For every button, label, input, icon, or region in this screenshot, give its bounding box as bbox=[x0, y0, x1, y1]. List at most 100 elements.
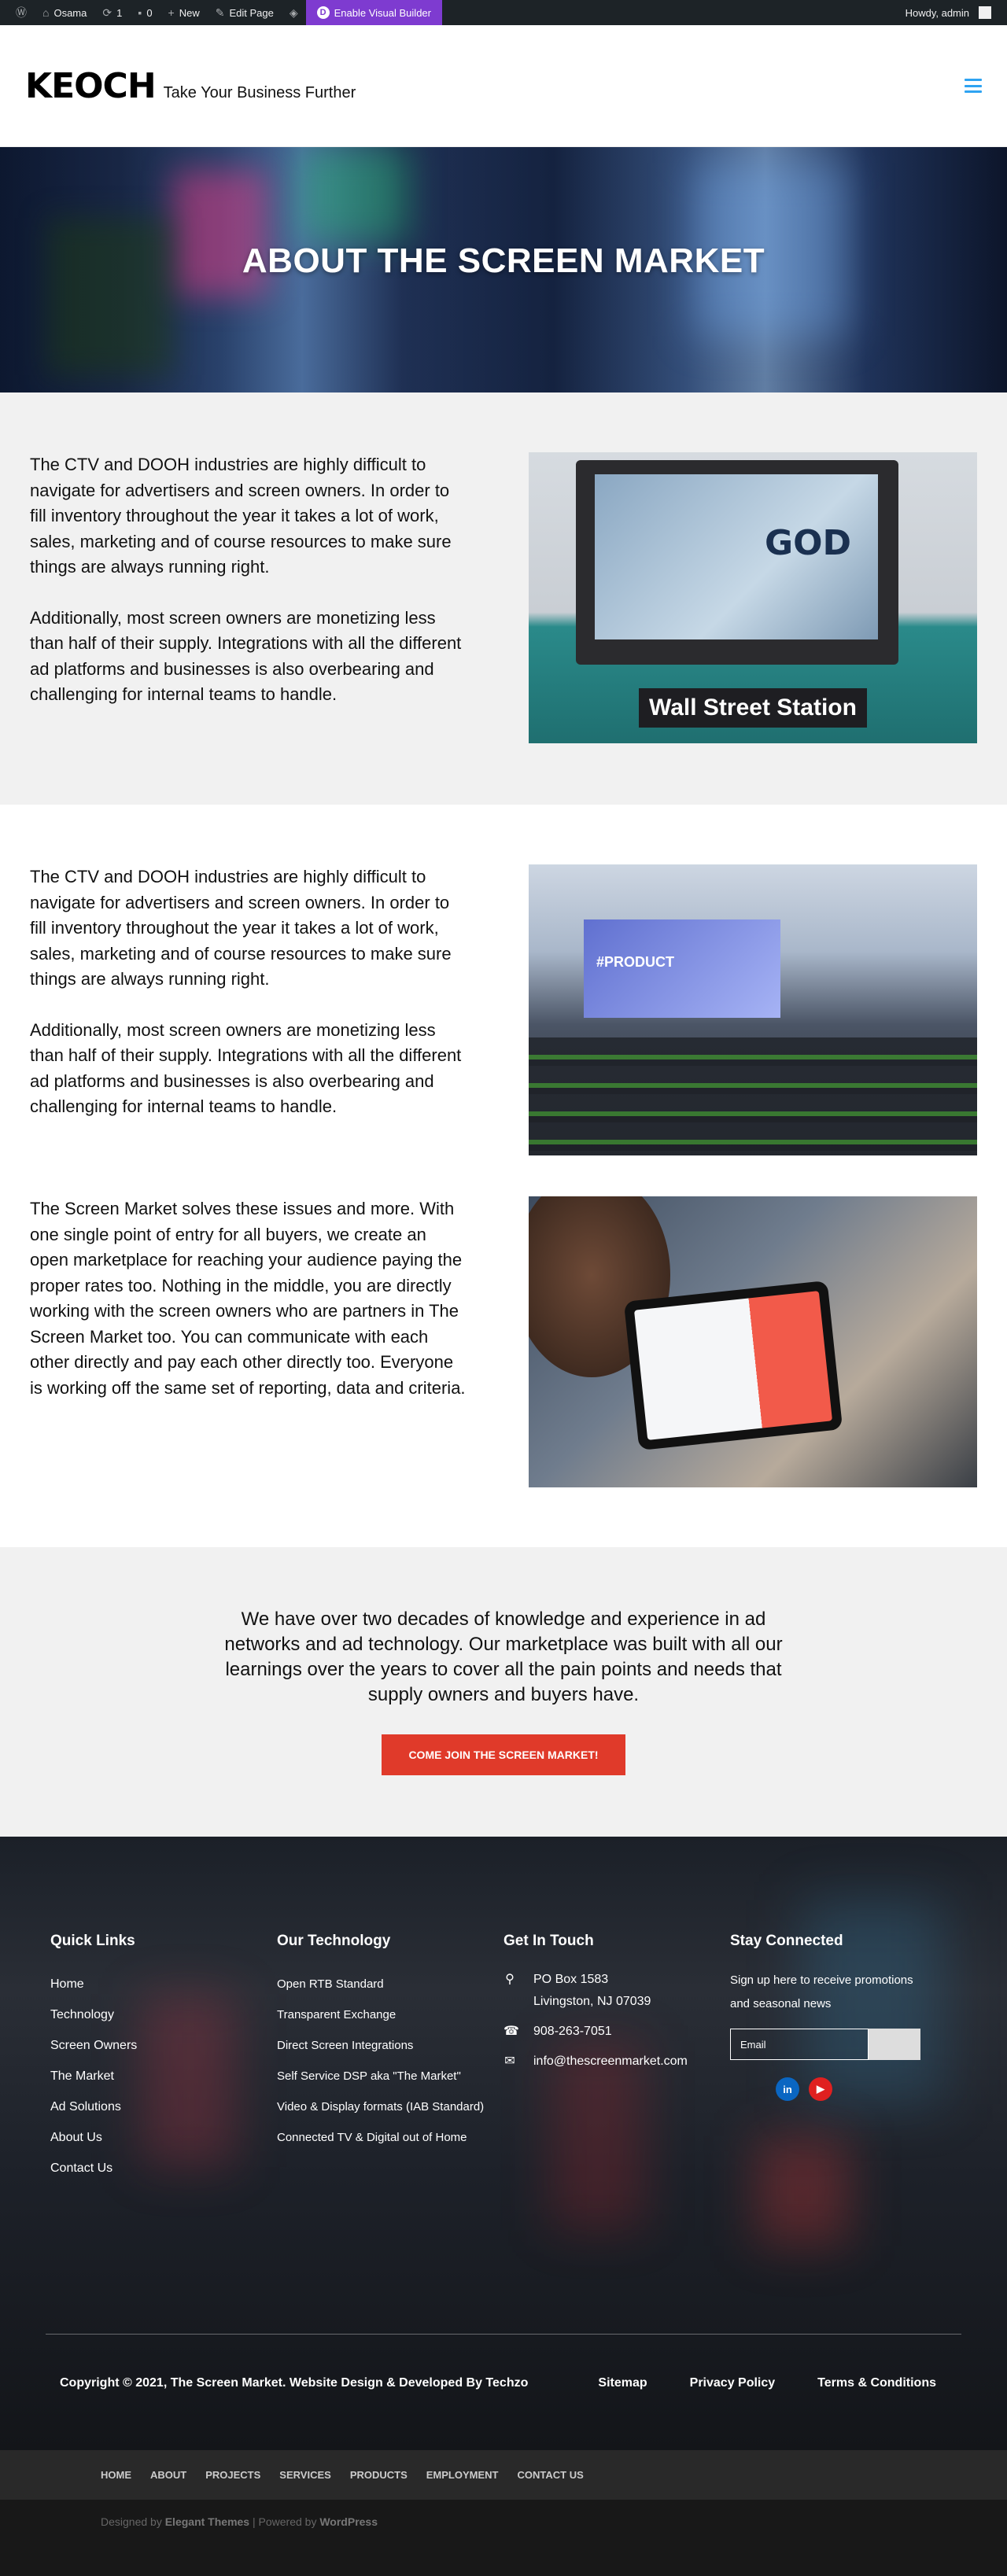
wordpress-link[interactable]: WordPress bbox=[319, 2515, 378, 2528]
footer-link-home[interactable]: Home bbox=[50, 1969, 277, 1999]
details-text-2: The Screen Market solves these issues an… bbox=[30, 1196, 467, 1401]
footer-link-contact-us[interactable]: Contact Us bbox=[50, 2153, 277, 2184]
footer-columns: Quick Links Home Technology Screen Owner… bbox=[0, 1837, 1007, 2184]
credits-sep: | Powered by bbox=[249, 2515, 320, 2528]
details-paragraph-2: Additionally, most screen owners are mon… bbox=[30, 1019, 462, 1117]
page-title: ABOUT THE SCREEN MARKET bbox=[242, 241, 765, 280]
social-links: in ▶ bbox=[776, 2077, 957, 2101]
tech-item[interactable]: Connected TV & Digital out of Home bbox=[277, 2122, 504, 2153]
tech-item[interactable]: Direct Screen Integrations bbox=[277, 2030, 504, 2061]
newsletter-email-input[interactable]: Email bbox=[730, 2029, 869, 2060]
quick-links-title: Quick Links bbox=[50, 1933, 135, 1949]
pencil-icon: ✎ bbox=[215, 6, 225, 19]
footer-link-ad-solutions[interactable]: Ad Solutions bbox=[50, 2091, 277, 2122]
updates-link[interactable]: ⟳ 1 bbox=[94, 0, 130, 25]
stay-connected-column: Stay Connected Sign up here to receive p… bbox=[730, 1933, 957, 2184]
map-pin-icon: ⚲ bbox=[505, 1973, 515, 1986]
email-address[interactable]: info@thescreenmarket.com bbox=[533, 2051, 688, 2073]
email-row[interactable]: ✉ info@thescreenmarket.com bbox=[504, 2051, 730, 2073]
refresh-icon: ⟳ bbox=[102, 6, 113, 19]
contact-column: Get In Touch ⚲ PO Box 1583 Livingston, N… bbox=[504, 1933, 730, 2184]
newsletter-text: Sign up here to receive promotions and s… bbox=[730, 1973, 913, 2010]
bottom-nav-services[interactable]: SERVICES bbox=[279, 2469, 331, 2481]
bottom-nav: HOME ABOUT PROJECTS SERVICES PRODUCTS EM… bbox=[0, 2450, 1007, 2500]
tech-item[interactable]: Transparent Exchange bbox=[277, 1999, 504, 2030]
join-market-button[interactable]: COME JOIN THE SCREEN MARKET! bbox=[382, 1734, 625, 1775]
plus-icon: + bbox=[168, 6, 175, 19]
logo[interactable]: KEOCH bbox=[25, 66, 157, 106]
bottom-nav-projects[interactable]: PROJECTS bbox=[205, 2469, 260, 2481]
comment-icon: ▪ bbox=[138, 6, 142, 19]
phone-row[interactable]: ☎ 908-263-7051 bbox=[504, 2021, 730, 2043]
address-line-1: PO Box 1583 bbox=[533, 1973, 609, 1986]
details-pair-1: The CTV and DOOH industries are highly d… bbox=[30, 805, 977, 1155]
site-name-link[interactable]: ⌂ Osama bbox=[35, 0, 94, 25]
phone-number[interactable]: 908-263-7051 bbox=[533, 2021, 612, 2043]
divi-link[interactable]: ◈ bbox=[282, 0, 306, 25]
terms-link[interactable]: Terms & Conditions bbox=[817, 2376, 936, 2390]
edit-page-label: Edit Page bbox=[229, 6, 274, 19]
site-name: Osama bbox=[53, 6, 87, 19]
envelope-icon: ✉ bbox=[504, 2055, 515, 2068]
cta-text: We have over two decades of knowledge an… bbox=[224, 1609, 783, 1705]
phone-icon: ☎ bbox=[504, 2025, 519, 2038]
admin-bar-left: Ⓦ ⌂ Osama ⟳ 1 ▪ 0 + New ✎ Edit Page ◈ D Enable… bbox=[8, 0, 442, 25]
tech-item[interactable]: Open RTB Standard bbox=[277, 1969, 504, 1999]
comments-link[interactable]: ▪ 0 bbox=[130, 0, 160, 25]
updates-count: 1 bbox=[116, 6, 123, 19]
bottom-nav-employment[interactable]: EMPLOYMENT bbox=[426, 2469, 499, 2481]
credits-prefix: Designed by bbox=[101, 2515, 165, 2528]
account-menu[interactable]: Howdy, admin bbox=[898, 0, 999, 25]
footer-link-screen-owners[interactable]: Screen Owners bbox=[50, 2030, 277, 2061]
wordpress-menu[interactable]: Ⓦ bbox=[8, 0, 35, 25]
greeting: Howdy, admin bbox=[905, 6, 969, 19]
comments-count: 0 bbox=[146, 6, 153, 19]
copyright: Copyright © 2021, The Screen Market. Web… bbox=[60, 2376, 529, 2390]
conference-image: #PRODUCT bbox=[529, 864, 977, 1155]
elegant-themes-link[interactable]: Elegant Themes bbox=[165, 2515, 249, 2528]
intro-paragraph-2: Additionally, most screen owners are mon… bbox=[30, 607, 462, 705]
bottom-nav-contact-us[interactable]: CONTACT US bbox=[518, 2469, 584, 2481]
intro-text: The CTV and DOOH industries are highly d… bbox=[30, 452, 467, 708]
newsletter-submit-button[interactable] bbox=[869, 2029, 920, 2060]
avatar bbox=[979, 6, 991, 19]
footer-link-the-market[interactable]: The Market bbox=[50, 2061, 277, 2091]
contact-title: Get In Touch bbox=[504, 1933, 594, 1949]
image-screen-text: GOD bbox=[765, 523, 852, 563]
divi-icon: ◈ bbox=[289, 6, 298, 19]
admin-bar: Ⓦ ⌂ Osama ⟳ 1 ▪ 0 + New ✎ Edit Page ◈ D Enable… bbox=[0, 0, 1007, 25]
new-content-link[interactable]: + New bbox=[160, 0, 208, 25]
sitemap-link[interactable]: Sitemap bbox=[598, 2376, 647, 2390]
bottom-nav-products[interactable]: PRODUCTS bbox=[350, 2469, 408, 2481]
newsletter-form: Email bbox=[730, 2029, 957, 2060]
intro-paragraph-1: The CTV and DOOH industries are highly d… bbox=[30, 455, 452, 577]
edit-page-link[interactable]: ✎ Edit Page bbox=[208, 0, 282, 25]
bottom-nav-home[interactable]: HOME bbox=[101, 2469, 131, 2481]
footer-link-technology[interactable]: Technology bbox=[50, 1999, 277, 2030]
tablet-image bbox=[529, 1196, 977, 1487]
details-paragraph-1: The CTV and DOOH industries are highly d… bbox=[30, 867, 452, 989]
conference-screen-text: #PRODUCT bbox=[596, 954, 675, 970]
brand[interactable]: KEOCH Take Your Business Further bbox=[25, 66, 356, 106]
tagline: Take Your Business Further bbox=[163, 83, 356, 101]
tech-item[interactable]: Self Service DSP aka "The Market" bbox=[277, 2061, 504, 2091]
linkedin-icon[interactable]: in bbox=[776, 2077, 799, 2101]
admin-bar-right: Howdy, admin bbox=[898, 0, 999, 25]
builder-label: Enable Visual Builder bbox=[334, 6, 431, 19]
technology-title: Our Technology bbox=[277, 1933, 391, 1949]
privacy-policy-link[interactable]: Privacy Policy bbox=[690, 2376, 776, 2390]
wall-street-screen-image: GOD Wall Street Station bbox=[529, 452, 977, 743]
enable-visual-builder-button[interactable]: D Enable Visual Builder bbox=[305, 0, 442, 25]
solution-paragraph: The Screen Market solves these issues an… bbox=[30, 1199, 466, 1398]
footer-link-about-us[interactable]: About Us bbox=[50, 2122, 277, 2153]
footer-bottom: Copyright © 2021, The Screen Market. Web… bbox=[60, 2376, 936, 2390]
new-label: New bbox=[179, 6, 200, 19]
footer-bottom-nav: Sitemap Privacy Policy Terms & Condition… bbox=[598, 2376, 936, 2390]
details-section: The CTV and DOOH industries are highly d… bbox=[0, 805, 1007, 1547]
divi-logo-icon: D bbox=[316, 6, 330, 19]
menu-icon[interactable] bbox=[965, 79, 982, 93]
youtube-icon[interactable]: ▶ bbox=[809, 2077, 832, 2101]
address-row: ⚲ PO Box 1583 Livingston, NJ 07039 bbox=[504, 1969, 730, 2013]
bottom-nav-about[interactable]: ABOUT bbox=[150, 2469, 186, 2481]
tech-item[interactable]: Video & Display formats (IAB Standard) bbox=[277, 2091, 504, 2122]
